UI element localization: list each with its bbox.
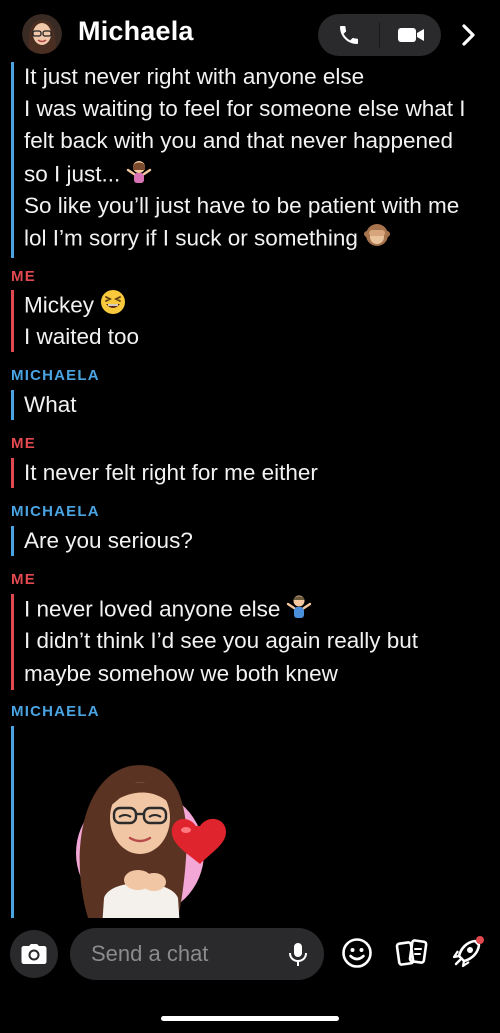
message-line: I waited too bbox=[24, 324, 140, 349]
camera-icon bbox=[21, 944, 47, 964]
forward-button[interactable] bbox=[455, 20, 483, 50]
sender-label-me: ME bbox=[11, 435, 36, 452]
microphone-icon bbox=[289, 943, 307, 966]
message-line: It never felt right for me either bbox=[24, 460, 318, 485]
smiley-icon bbox=[342, 938, 372, 968]
sender-label-michaela: MICHAELA bbox=[11, 703, 100, 720]
message-line: So like you’ll just have to be patient w… bbox=[24, 193, 460, 218]
sender-label-michaela: MICHAELA bbox=[11, 503, 100, 520]
camera-button[interactable] bbox=[10, 930, 58, 978]
rocket-icon bbox=[452, 936, 484, 968]
games-button[interactable] bbox=[450, 936, 484, 970]
chat-title: Michaela bbox=[78, 16, 194, 46]
message-line: It just never right with anyone else bbox=[24, 64, 365, 89]
message-line-with-emoji: Mickey bbox=[24, 289, 126, 324]
chevron-right-icon bbox=[462, 24, 475, 46]
message-line: Are you serious? bbox=[24, 528, 193, 553]
message-bar bbox=[11, 526, 14, 556]
avatar[interactable] bbox=[22, 14, 62, 54]
message-bar bbox=[11, 594, 14, 690]
message-text: Mickey bbox=[24, 292, 95, 318]
message-line: I was waiting to feel for someone else w… bbox=[24, 96, 466, 121]
see-no-evil-monkey-emoji-icon bbox=[363, 222, 390, 257]
send-chat-input[interactable] bbox=[89, 940, 283, 968]
message-bar bbox=[11, 726, 14, 918]
video-camera-icon bbox=[397, 28, 424, 42]
bitmoji-sticker[interactable] bbox=[60, 748, 240, 918]
call-actions bbox=[318, 14, 441, 56]
sender-label-me: ME bbox=[11, 268, 36, 285]
phone-icon bbox=[339, 26, 358, 44]
message-line-with-emoji: I never loved anyone else bbox=[24, 593, 312, 628]
message-bar bbox=[11, 390, 14, 420]
person-shrugging-emoji-icon bbox=[126, 158, 152, 193]
sender-label-michaela: MICHAELA bbox=[11, 367, 100, 384]
sender-label-me: ME bbox=[11, 571, 36, 588]
grinning-squinting-face-emoji-icon bbox=[100, 289, 126, 324]
message-bar bbox=[11, 62, 14, 258]
message-line-with-emoji: so I just... bbox=[24, 158, 152, 193]
microphone-button[interactable] bbox=[285, 941, 311, 967]
message-line: What bbox=[24, 392, 77, 417]
message-text: I never loved anyone else bbox=[24, 596, 281, 622]
video-call-button[interactable] bbox=[380, 14, 441, 56]
man-shrugging-emoji-icon bbox=[286, 593, 312, 628]
message-text: so I just... bbox=[24, 161, 121, 187]
emoji-button[interactable] bbox=[340, 936, 374, 970]
chat-thread[interactable]: It just never right with anyone else I w… bbox=[0, 58, 500, 918]
chat-input-field[interactable] bbox=[70, 928, 324, 980]
message-line-with-emoji: lol I’m sorry if I suck or something bbox=[24, 222, 390, 257]
message-line: maybe somehow we both knew bbox=[24, 661, 338, 686]
stickers-button[interactable] bbox=[395, 936, 429, 970]
message-line: I didn’t think I’d see you again really … bbox=[24, 628, 418, 653]
home-indicator[interactable] bbox=[161, 1016, 339, 1021]
message-bar bbox=[11, 290, 14, 352]
voice-call-button[interactable] bbox=[318, 14, 379, 56]
message-text: lol I’m sorry if I suck or something bbox=[24, 225, 358, 251]
message-bar bbox=[11, 458, 14, 488]
cards-icon bbox=[395, 939, 428, 966]
message-line: felt back with you and that never happen… bbox=[24, 128, 454, 153]
